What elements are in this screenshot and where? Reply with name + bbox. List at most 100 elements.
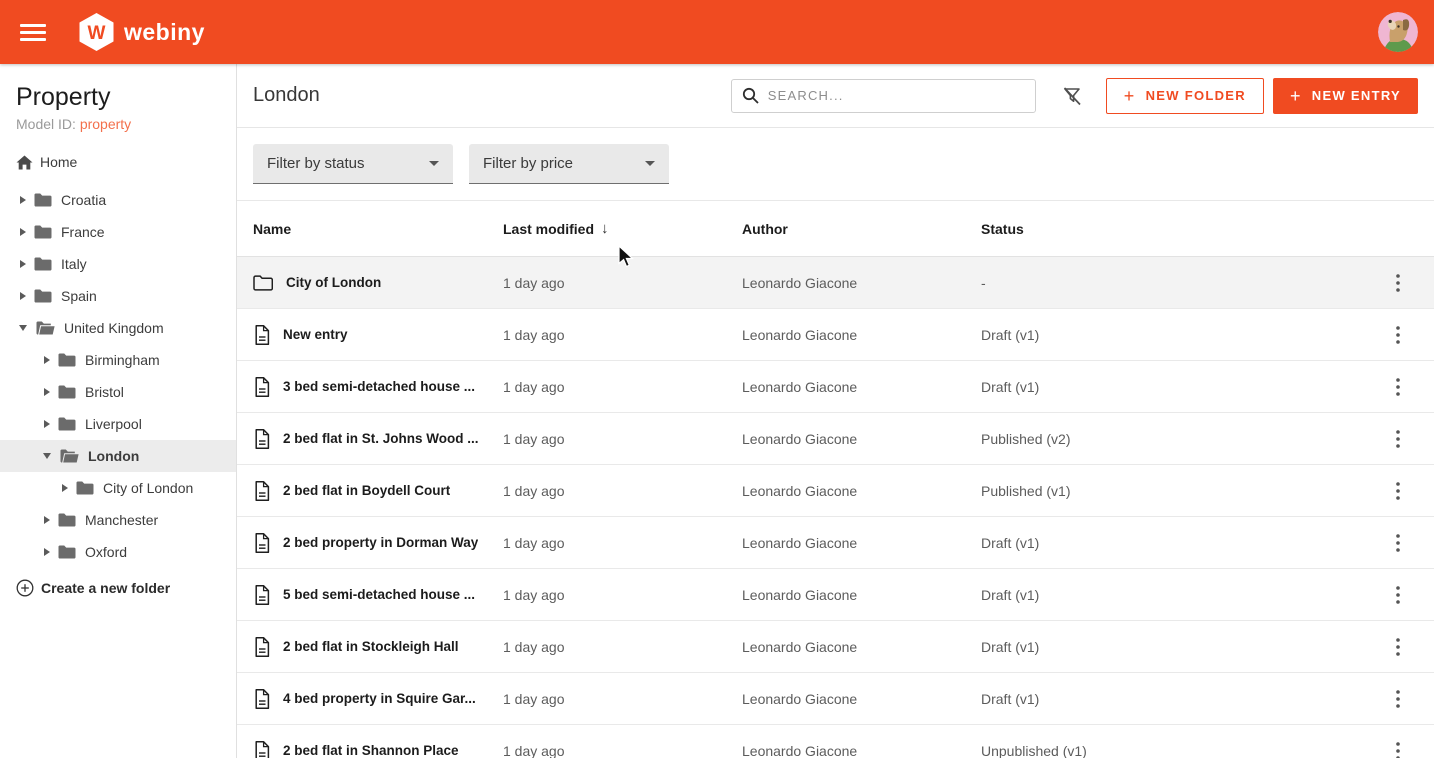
- model-id: Model ID: property: [16, 116, 220, 132]
- caret-icon[interactable]: [44, 548, 50, 556]
- plus-icon: +: [1124, 87, 1136, 105]
- caret-icon[interactable]: [44, 388, 50, 396]
- filter-by-price-select[interactable]: Filter by price: [469, 144, 669, 184]
- table-body: City of London 1 day ago Leonardo Giacon…: [237, 257, 1434, 758]
- sidebar-item-home[interactable]: Home: [0, 146, 236, 178]
- webiny-hexagon-icon: W: [78, 12, 115, 52]
- entry-name: 2 bed flat in Shannon Place: [283, 743, 459, 758]
- folder-icon: [58, 545, 76, 559]
- kebab-menu-icon[interactable]: [1390, 374, 1406, 400]
- sidebar-folder-item-liverpool[interactable]: Liverpool: [0, 408, 236, 440]
- column-label: Last modified: [503, 221, 594, 237]
- table-row[interactable]: 4 bed property in Squire Gar... 1 day ag…: [237, 673, 1434, 725]
- kebab-menu-icon[interactable]: [1390, 270, 1406, 296]
- entry-status: Draft (v1): [981, 535, 1362, 551]
- column-header-name[interactable]: Name: [237, 221, 503, 237]
- sidebar-folder-label: Bristol: [85, 384, 124, 400]
- sidebar-folder-item-france[interactable]: France: [0, 216, 236, 248]
- table-row[interactable]: 2 bed property in Dorman Way 1 day ago L…: [237, 517, 1434, 569]
- kebab-menu-icon[interactable]: [1390, 582, 1406, 608]
- table-row[interactable]: 2 bed flat in Shannon Place 1 day ago Le…: [237, 725, 1434, 758]
- kebab-menu-icon[interactable]: [1390, 530, 1406, 556]
- kebab-menu-icon[interactable]: [1390, 322, 1406, 348]
- column-header-last-modified[interactable]: Last modified ↓: [503, 220, 742, 237]
- entry-name: 2 bed flat in Stockleigh Hall: [283, 639, 459, 654]
- kebab-menu-icon[interactable]: [1390, 686, 1406, 712]
- caret-icon[interactable]: [43, 453, 51, 459]
- sidebar-folder-item-oxford[interactable]: Oxford: [0, 536, 236, 568]
- filter-by-status-select[interactable]: Filter by status: [253, 144, 453, 184]
- sidebar-folder-label: Manchester: [85, 512, 158, 528]
- new-folder-button[interactable]: + NEW FOLDER: [1106, 78, 1264, 114]
- table-row[interactable]: 2 bed flat in St. Johns Wood ... 1 day a…: [237, 413, 1434, 465]
- hamburger-menu-icon[interactable]: [20, 24, 46, 41]
- table-row[interactable]: 2 bed flat in Boydell Court 1 day ago Le…: [237, 465, 1434, 517]
- kebab-menu-icon[interactable]: [1390, 478, 1406, 504]
- entry-last-modified: 1 day ago: [503, 587, 742, 603]
- table-header: Name Last modified ↓ Author Status: [237, 201, 1434, 257]
- column-header-status[interactable]: Status: [981, 221, 1362, 237]
- sidebar-folder-item-birmingham[interactable]: Birmingham: [0, 344, 236, 376]
- column-label: Status: [981, 221, 1024, 237]
- circle-plus-icon: [16, 579, 34, 597]
- sort-desc-icon[interactable]: ↓: [601, 220, 609, 237]
- sidebar-folder-item-united-kingdom[interactable]: United Kingdom: [0, 312, 236, 344]
- folder-icon: [58, 417, 76, 431]
- sidebar-folder-item-bristol[interactable]: Bristol: [0, 376, 236, 408]
- caret-icon[interactable]: [44, 420, 50, 428]
- entry-author: Leonardo Giacone: [742, 743, 981, 758]
- sidebar-folder-item-city-of-london[interactable]: City of London: [0, 472, 236, 504]
- column-header-author[interactable]: Author: [742, 221, 981, 237]
- table-row[interactable]: New entry 1 day ago Leonardo Giacone Dra…: [237, 309, 1434, 361]
- entry-last-modified: 1 day ago: [503, 639, 742, 655]
- entry-last-modified: 1 day ago: [503, 691, 742, 707]
- table-row[interactable]: 3 bed semi-detached house ... 1 day ago …: [237, 361, 1434, 413]
- caret-icon[interactable]: [19, 325, 27, 331]
- column-label: Author: [742, 221, 788, 237]
- caret-icon[interactable]: [20, 228, 26, 236]
- table-row[interactable]: 2 bed flat in Stockleigh Hall 1 day ago …: [237, 621, 1434, 673]
- folder-icon: [76, 481, 94, 495]
- filters-bar: Filter by status Filter by price: [237, 128, 1434, 201]
- webiny-wordmark: webiny: [124, 19, 205, 46]
- entry-last-modified: 1 day ago: [503, 743, 742, 758]
- new-entry-button[interactable]: + NEW ENTRY: [1273, 78, 1418, 114]
- kebab-menu-icon[interactable]: [1390, 738, 1406, 758]
- caret-icon[interactable]: [62, 484, 68, 492]
- table-row[interactable]: City of London 1 day ago Leonardo Giacon…: [237, 257, 1434, 309]
- sidebar-folder-item-manchester[interactable]: Manchester: [0, 504, 236, 536]
- folder-tree: Croatia France Italy: [0, 184, 236, 568]
- model-title: Property: [16, 82, 220, 112]
- caret-icon[interactable]: [20, 260, 26, 268]
- sidebar-folder-item-london[interactable]: London: [0, 440, 236, 472]
- sidebar: Property Model ID: property Home: [0, 64, 237, 758]
- sidebar-folder-item-italy[interactable]: Italy: [0, 248, 236, 280]
- main-header: London + NEW FOLDER: [237, 64, 1434, 128]
- sidebar-folder-item-spain[interactable]: Spain: [0, 280, 236, 312]
- kebab-menu-icon[interactable]: [1390, 426, 1406, 452]
- filter-disabled-icon[interactable]: [1060, 84, 1084, 108]
- user-avatar[interactable]: [1378, 12, 1418, 52]
- caret-icon[interactable]: [44, 356, 50, 364]
- entry-author: Leonardo Giacone: [742, 275, 981, 291]
- create-folder-label: Create a new folder: [41, 580, 170, 596]
- entry-name: 2 bed flat in St. Johns Wood ...: [283, 431, 479, 446]
- entries-table: Name Last modified ↓ Author Status: [237, 201, 1434, 758]
- sidebar-folder-label: United Kingdom: [64, 320, 164, 336]
- svg-text:W: W: [88, 23, 106, 44]
- entry-author: Leonardo Giacone: [742, 535, 981, 551]
- kebab-menu-icon[interactable]: [1390, 634, 1406, 660]
- document-icon: [253, 637, 270, 657]
- search-input[interactable]: [768, 88, 1025, 103]
- model-id-link[interactable]: property: [80, 116, 131, 132]
- document-icon: [253, 377, 270, 397]
- create-folder-button[interactable]: Create a new folder: [0, 572, 236, 604]
- caret-icon[interactable]: [20, 196, 26, 204]
- entry-author: Leonardo Giacone: [742, 483, 981, 499]
- sidebar-folder-label: Liverpool: [85, 416, 142, 432]
- table-row[interactable]: 5 bed semi-detached house ... 1 day ago …: [237, 569, 1434, 621]
- sidebar-folder-item-croatia[interactable]: Croatia: [0, 184, 236, 216]
- caret-icon[interactable]: [44, 516, 50, 524]
- caret-down-icon: [645, 161, 655, 166]
- caret-icon[interactable]: [20, 292, 26, 300]
